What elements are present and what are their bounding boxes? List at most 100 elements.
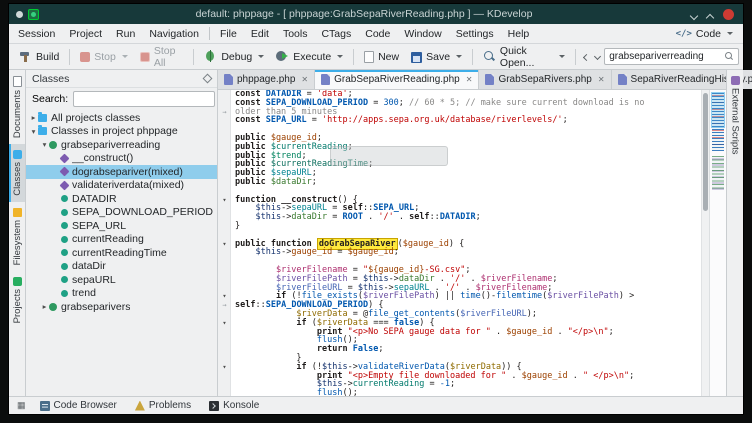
toolbar-separator — [193, 49, 194, 65]
history-dropdown-icon[interactable] — [594, 54, 599, 60]
code-line[interactable]: } — [218, 222, 701, 231]
menu-item-code[interactable]: Code — [358, 26, 397, 42]
panel-float-icon[interactable] — [203, 74, 213, 84]
tree-item-label: DATADIR — [72, 193, 117, 205]
tree-item-currentreadingtime[interactable]: currentReadingTime — [26, 246, 217, 260]
menu-item-session[interactable]: Session — [11, 26, 62, 42]
tree-item-datadir[interactable]: dataDir — [26, 260, 217, 274]
toolbar: Build Stop Stop All Debug Execute New — [9, 44, 743, 70]
code-area[interactable]: const DATADIR = 'data'; const SEPA_DOWNL… — [218, 90, 701, 396]
tree-item-trend[interactable]: trend — [26, 287, 217, 301]
menu-item-navigation[interactable]: Navigation — [142, 26, 206, 42]
editor-tab-grabseparivers-php[interactable]: GrabSepaRivers.php✕ — [479, 70, 611, 89]
execute-button[interactable]: Execute — [270, 47, 349, 66]
menu-item-edit[interactable]: Edit — [244, 26, 276, 42]
quick-open-button[interactable]: Quick Open... — [477, 42, 571, 72]
tree-item-classes-in-project-phppage[interactable]: ▾ Classes in project phppage — [26, 125, 217, 139]
tree-item-all-projects-classes[interactable]: ▸All projects classes — [26, 111, 217, 125]
save-button[interactable]: Save — [405, 48, 468, 66]
tree-item-datadir[interactable]: DATADIR — [26, 192, 217, 206]
code-line[interactable]: public $dataDir; — [218, 178, 701, 187]
stop-button[interactable]: Stop — [74, 48, 134, 66]
scrollbar-thumb[interactable] — [703, 93, 708, 211]
fold-marker-icon[interactable]: ▾ — [218, 292, 231, 301]
toolview-grid-icon[interactable]: ▦ — [14, 400, 29, 411]
dock-tab-documents[interactable]: Documents — [9, 70, 25, 144]
fold-marker-icon[interactable]: ▾ — [218, 240, 231, 249]
menubar-items: SessionProjectRunNavigation FileEditTools… — [11, 26, 536, 42]
statusbar-button-problems[interactable]: Problems — [128, 399, 198, 412]
classes-icon — [13, 150, 22, 159]
minimap-viewport[interactable] — [711, 92, 725, 128]
tree-item-dograbsepariver-mixed[interactable]: dograbsepariver(mixed) — [26, 165, 217, 179]
tree-item-label: Classes in project phppage — [51, 125, 178, 137]
minimize-icon[interactable] — [691, 11, 698, 18]
back-icon[interactable] — [583, 54, 588, 60]
menu-item-file[interactable]: File — [213, 26, 244, 42]
code-line[interactable]: flush(); — [218, 389, 701, 396]
search-icon[interactable] — [725, 52, 734, 61]
menu-item-help[interactable]: Help — [501, 26, 537, 42]
tree-item-sepa-download-period[interactable]: SEPA_DOWNLOAD_PERIOD — [26, 206, 217, 220]
menu-item-run[interactable]: Run — [109, 26, 142, 42]
tab-close-icon[interactable]: ✕ — [596, 75, 605, 84]
app-menu-icon[interactable] — [16, 11, 23, 18]
dock-tab-filesystem[interactable]: Filesystem — [9, 202, 25, 271]
gutter-cell — [218, 125, 231, 134]
editor-scrollbar[interactable] — [701, 90, 709, 396]
gutter-cell — [218, 143, 231, 152]
gutter-cell — [218, 231, 231, 240]
dock-tab-classes[interactable]: Classes — [9, 144, 25, 202]
classes-search-input[interactable] — [73, 91, 215, 107]
fold-marker-icon[interactable]: ▾ — [218, 319, 231, 328]
menu-item-tools[interactable]: Tools — [276, 26, 315, 42]
code-line[interactable]: $this->gauge_id = $gauge_id; — [218, 248, 701, 257]
chevron-down-icon — [258, 55, 264, 58]
tree-expander-icon[interactable]: ▾ — [40, 140, 49, 149]
editor-tab-phppage-php[interactable]: phppage.php✕ — [218, 70, 315, 89]
tree-item-validateriverdata-mixed[interactable]: validateriverdata(mixed) — [26, 179, 217, 193]
code-line[interactable]: $this->dataDir = ROOT . '/' . self::DATA… — [218, 213, 701, 222]
new-button[interactable]: New — [358, 48, 405, 66]
dock-tab-projects[interactable]: Projects — [9, 271, 25, 329]
tree-item-currentreading[interactable]: currentReading — [26, 233, 217, 247]
dock-tab-external-scripts[interactable]: External Scripts — [727, 70, 743, 161]
tree-item-label: grabsepariverreading — [61, 139, 160, 151]
tree-item-grabsepariverreading[interactable]: ▾ grabsepariverreading — [26, 138, 217, 152]
gutter-cell — [218, 389, 231, 396]
editor-tab-grabsepariverreading-php[interactable]: GrabSepaRiverReading.php✕ — [315, 70, 479, 89]
gutter-cell — [218, 345, 231, 354]
menu-item-project[interactable]: Project — [62, 26, 109, 42]
tree-item-grabseparivers[interactable]: ▸grabseparivers — [26, 300, 217, 314]
fold-marker-icon[interactable]: ▾ — [218, 363, 231, 372]
fold-marker-icon[interactable]: ▾ — [218, 196, 231, 205]
tree-item-sepaurl[interactable]: sepaURL — [26, 273, 217, 287]
tree-expander-icon[interactable]: ▾ — [29, 127, 38, 136]
code-line[interactable]: const SEPA_URL = 'http://apps.sepa.org.u… — [218, 116, 701, 125]
tab-close-icon[interactable]: ✕ — [464, 75, 473, 84]
statusbar-button-konsole[interactable]: Konsole — [202, 399, 266, 412]
scrollbar-minimap[interactable] — [709, 90, 726, 396]
tree-item-sepa-url[interactable]: SEPA_URL — [26, 219, 217, 233]
tree-item-construct[interactable]: __construct() — [26, 152, 217, 166]
tree-expander-icon[interactable]: ▸ — [29, 113, 38, 122]
code-toolview-button[interactable]: </> Code — [668, 28, 741, 40]
field-icon — [61, 236, 68, 243]
right-dock: External Scripts — [726, 70, 743, 396]
tree-item-label: currentReading — [72, 233, 144, 245]
build-button[interactable]: Build — [13, 47, 65, 66]
php-file-icon — [618, 74, 627, 85]
search-input[interactable] — [609, 51, 722, 62]
close-icon[interactable] — [723, 9, 734, 20]
code-browser-icon — [40, 401, 50, 411]
menu-item-window[interactable]: Window — [397, 26, 448, 42]
tab-close-icon[interactable]: ✕ — [299, 75, 308, 84]
menu-item-settings[interactable]: Settings — [449, 26, 501, 42]
debug-button[interactable]: Debug — [198, 47, 270, 66]
maximize-icon[interactable] — [707, 11, 714, 18]
statusbar-button-code-browser[interactable]: Code Browser — [33, 399, 124, 412]
tree-expander-icon[interactable]: ▸ — [40, 302, 49, 311]
menu-item-ctags[interactable]: CTags — [314, 26, 358, 42]
gutter-cell — [218, 160, 231, 169]
stop-all-button[interactable]: Stop All — [134, 42, 190, 72]
